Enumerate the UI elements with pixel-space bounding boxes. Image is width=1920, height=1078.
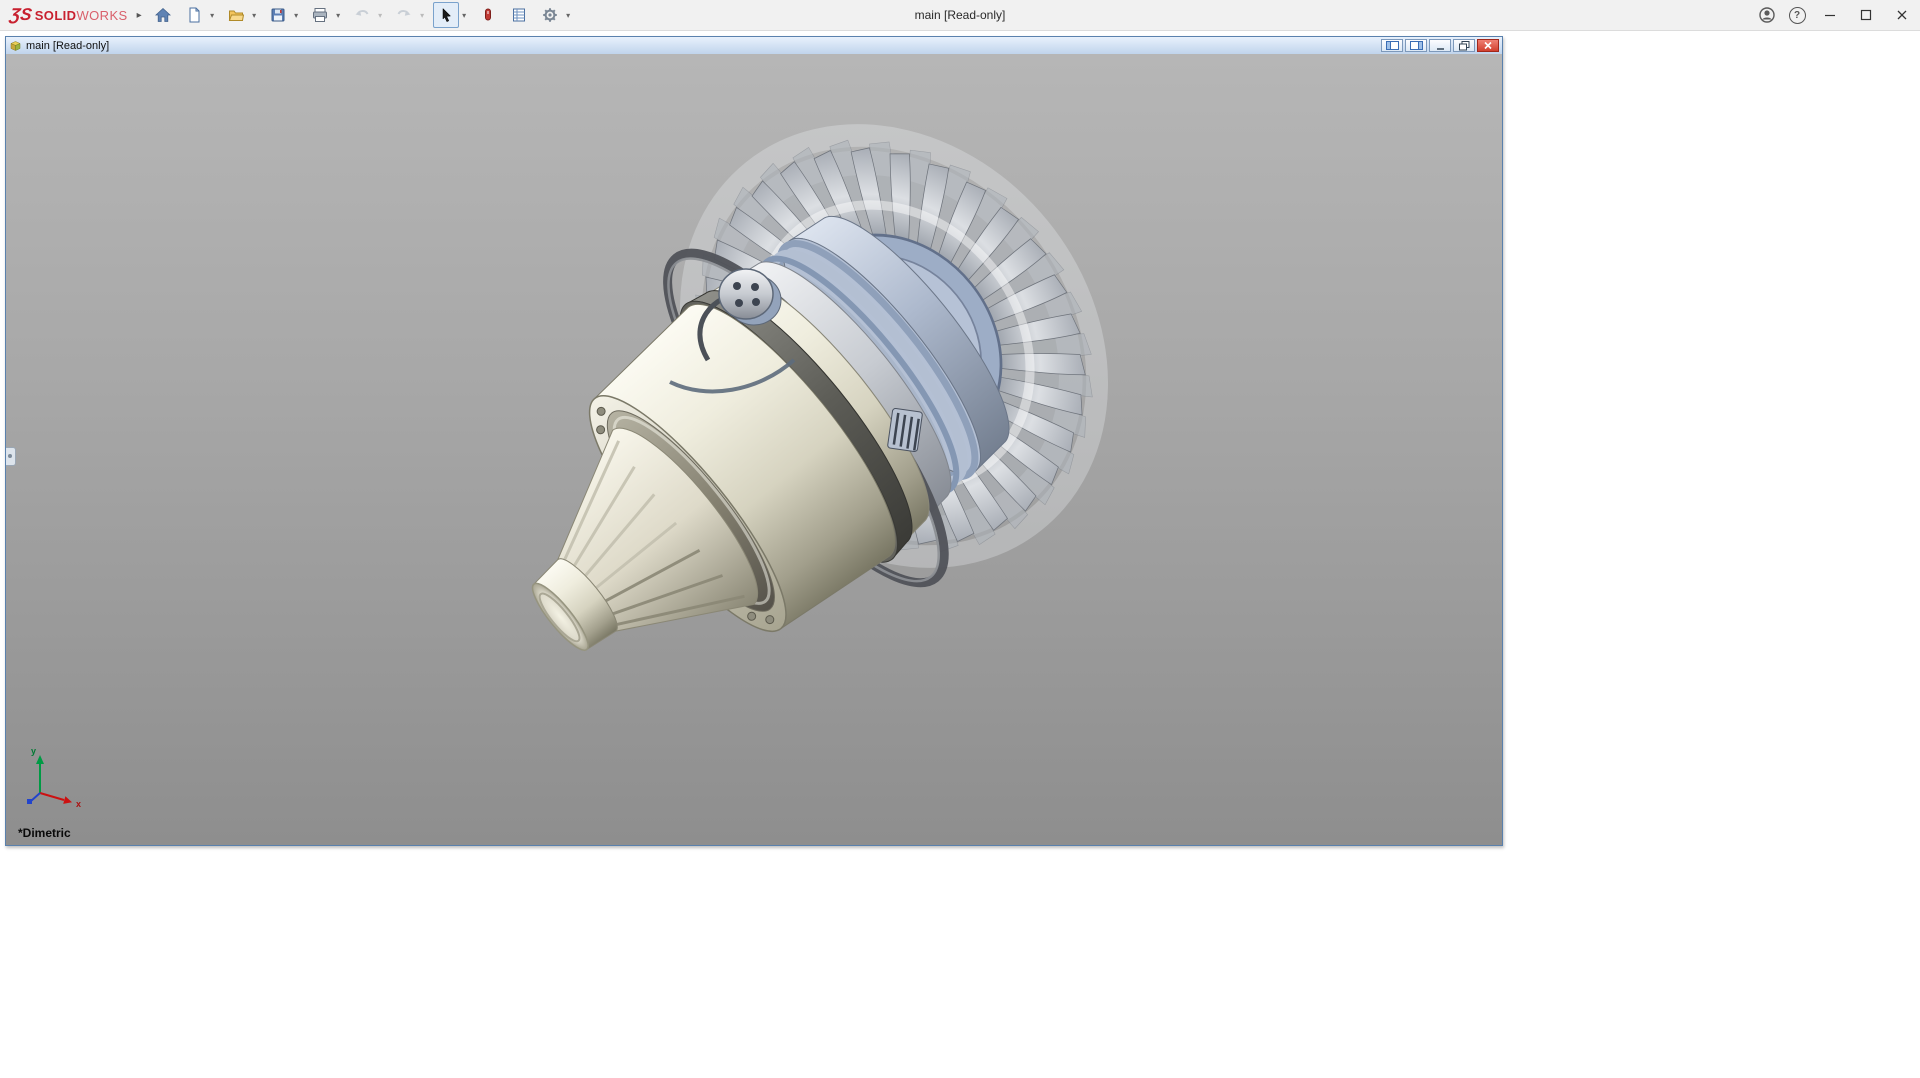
- undo-button[interactable]: [349, 2, 375, 28]
- titlebar-right-controls: ?: [1752, 0, 1920, 30]
- app-title: main [Read-only]: [914, 8, 1006, 22]
- triad-y-label: y: [31, 746, 36, 756]
- jet-engine-model[interactable]: [6, 54, 1502, 845]
- home-button[interactable]: [150, 2, 176, 28]
- minimize-icon: [1825, 14, 1835, 17]
- help-button[interactable]: ?: [1782, 0, 1812, 30]
- brand-name-bold: SOLID: [34, 8, 77, 23]
- select-cursor-icon: [442, 7, 451, 23]
- solidworks-part-icon: [10, 41, 21, 51]
- redo-dropdown[interactable]: ▾: [417, 2, 428, 28]
- brand-name-light: WORKS: [76, 8, 128, 23]
- ds-logo-icon: ƷS: [8, 5, 34, 24]
- pane-left-icon: [1385, 41, 1399, 50]
- evaluate-sheet-icon: [512, 8, 525, 22]
- print-icon: [312, 8, 327, 22]
- evaluate-button[interactable]: [506, 2, 532, 28]
- doc-restore-icon: [1459, 41, 1470, 51]
- triad-x-label: x: [76, 799, 81, 809]
- open-button[interactable]: [223, 2, 249, 28]
- new-document-button[interactable]: [181, 2, 207, 28]
- app-titlebar: ƷS SOLID WORKS ▸ ▾ ▾ ▾ ▾ ▾ ▾ ▾ ▾ main [R…: [0, 0, 1920, 31]
- redo-icon: [397, 10, 411, 16]
- open-dropdown[interactable]: ▾: [249, 2, 260, 28]
- viewport[interactable]: y x *Dimetric: [6, 54, 1502, 845]
- new-document-dropdown[interactable]: ▾: [207, 2, 218, 28]
- doc-restore-button[interactable]: [1453, 39, 1475, 52]
- view-orientation-label: *Dimetric: [18, 826, 71, 840]
- main-toolbar: ▾ ▾ ▾ ▾ ▾ ▾ ▾ ▾: [150, 2, 579, 28]
- save-icon: [271, 8, 285, 22]
- maximize-icon: [1860, 9, 1872, 21]
- close-icon: [1897, 10, 1907, 20]
- account-icon: [1759, 7, 1775, 23]
- doc-minimize-button[interactable]: [1429, 39, 1451, 52]
- print-button[interactable]: [307, 2, 333, 28]
- mouse-gestures-button[interactable]: [475, 2, 501, 28]
- save-button[interactable]: [265, 2, 291, 28]
- mouse-gestures-icon: [484, 8, 491, 21]
- help-icon: ?: [1788, 6, 1806, 24]
- maximize-button[interactable]: [1848, 0, 1884, 30]
- gear-icon: [542, 8, 557, 22]
- document-window-controls: [1381, 39, 1499, 52]
- options-dropdown[interactable]: ▾: [563, 2, 574, 28]
- minimize-button[interactable]: [1812, 0, 1848, 30]
- select-button[interactable]: [432, 2, 459, 28]
- window-pane-button-left[interactable]: [1381, 39, 1403, 52]
- doc-minimize-icon: [1436, 47, 1444, 50]
- document-window: main [Read-only] y x *Dimetric: [5, 36, 1503, 846]
- home-icon: [154, 7, 171, 22]
- orientation-triad: y x: [27, 746, 81, 809]
- document-titlebar[interactable]: main [Read-only]: [6, 37, 1502, 55]
- print-dropdown[interactable]: ▾: [333, 2, 344, 28]
- account-button[interactable]: [1752, 0, 1782, 30]
- featuremanager-flyout-tab[interactable]: [6, 447, 16, 466]
- solidworks-logo: ƷS SOLID WORKS: [8, 5, 128, 25]
- select-dropdown[interactable]: ▾: [459, 2, 470, 28]
- doc-close-icon: [1484, 41, 1492, 50]
- undo-icon: [355, 10, 369, 16]
- options-button[interactable]: [537, 2, 563, 28]
- save-dropdown[interactable]: ▾: [291, 2, 302, 28]
- toolbar-flyout-arrow[interactable]: ▸: [137, 10, 142, 21]
- document-title: main [Read-only]: [26, 39, 110, 52]
- close-button[interactable]: [1884, 0, 1920, 30]
- redo-button[interactable]: [391, 2, 417, 28]
- pane-right-icon: [1409, 41, 1423, 50]
- window-pane-button-right[interactable]: [1405, 39, 1427, 52]
- open-icon: [228, 10, 244, 21]
- doc-close-button[interactable]: [1477, 39, 1499, 52]
- new-document-icon: [189, 7, 200, 23]
- undo-dropdown[interactable]: ▾: [375, 2, 386, 28]
